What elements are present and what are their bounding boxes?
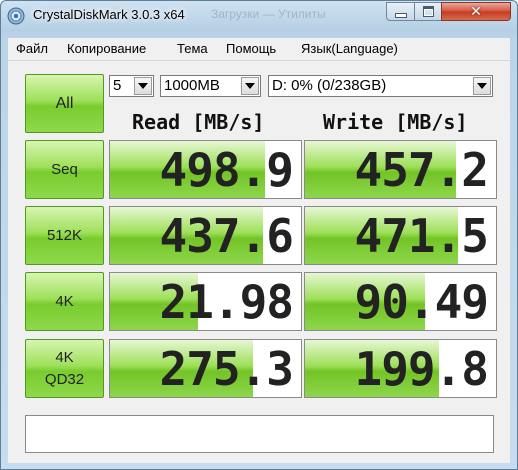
test-size-value: 1000MB (164, 77, 220, 94)
seq-read-result: 498.9 (109, 140, 302, 199)
512k-read-result: 437.6 (109, 206, 302, 265)
background-window-title: Загрузки — Утилиты (211, 7, 326, 21)
seq-test-button[interactable]: Seq (25, 140, 104, 199)
4k-test-button[interactable]: 4K (25, 272, 104, 331)
512k-write-value: 471.5 (354, 208, 489, 263)
4k-read-result: 21.98 (109, 272, 302, 331)
chevron-down-icon (134, 77, 152, 95)
512k-test-button[interactable]: 512K (25, 206, 104, 265)
window-title: CrystalDiskMark 3.0.3 x64 (33, 7, 185, 22)
test-size-select[interactable]: 1000MB (160, 75, 261, 97)
4k-write-value: 90.49 (354, 274, 489, 329)
menu-copy[interactable]: Копирование (67, 41, 146, 56)
close-icon: ✕ (470, 3, 482, 20)
app-window: CrystalDiskMark 3.0.3 x64 Загрузки — Ути… (0, 0, 518, 470)
write-column-header: Write [MB/s] (323, 110, 468, 134)
4k-read-value: 21.98 (159, 274, 294, 329)
run-all-button[interactable]: All (25, 74, 104, 133)
4k-write-result: 90.49 (304, 272, 497, 331)
4k-qd32-test-button[interactable]: 4K QD32 (25, 339, 104, 398)
test-count-select[interactable]: 5 (109, 75, 154, 97)
seq-read-value: 498.9 (159, 142, 294, 197)
status-text-box[interactable] (25, 415, 494, 453)
chevron-down-icon (241, 77, 259, 95)
seq-write-result: 457.2 (304, 140, 497, 199)
seq-write-value: 457.2 (354, 142, 489, 197)
minimize-icon (394, 13, 407, 18)
menu-bar: Файл Копирование Тема Помощь Язык(Langua… (8, 38, 510, 61)
4k-qd32-read-result: 275.3 (109, 339, 302, 398)
client-area: Файл Копирование Тема Помощь Язык(Langua… (8, 38, 510, 463)
menu-file[interactable]: Файл (16, 41, 48, 56)
512k-read-value: 437.6 (159, 208, 294, 263)
512k-write-result: 471.5 (304, 206, 497, 265)
title-bar[interactable]: CrystalDiskMark 3.0.3 x64 Загрузки — Ути… (1, 1, 517, 31)
disk-icon (7, 7, 25, 25)
4k-qd32-write-value: 199.8 (354, 341, 489, 396)
read-column-header: Read [MB/s] (132, 110, 265, 134)
menu-language[interactable]: Язык(Language) (301, 41, 398, 56)
chevron-down-icon (473, 77, 491, 95)
benchmark-panel: All 5 1000MB D: 0% (0/238GB) Read [MB/s]… (8, 61, 510, 463)
test-count-value: 5 (113, 77, 122, 94)
4k-qd32-write-result: 199.8 (304, 339, 497, 398)
menu-help[interactable]: Помощь (226, 41, 276, 56)
minimize-button[interactable] (386, 2, 414, 21)
maximize-icon (422, 6, 434, 17)
close-button[interactable]: ✕ (441, 2, 511, 21)
drive-select[interactable]: D: 0% (0/238GB) (268, 75, 493, 97)
maximize-button[interactable] (414, 2, 441, 21)
drive-value: D: 0% (0/238GB) (272, 77, 387, 94)
4k-qd32-read-value: 275.3 (159, 341, 294, 396)
menu-theme[interactable]: Тема (177, 41, 208, 56)
